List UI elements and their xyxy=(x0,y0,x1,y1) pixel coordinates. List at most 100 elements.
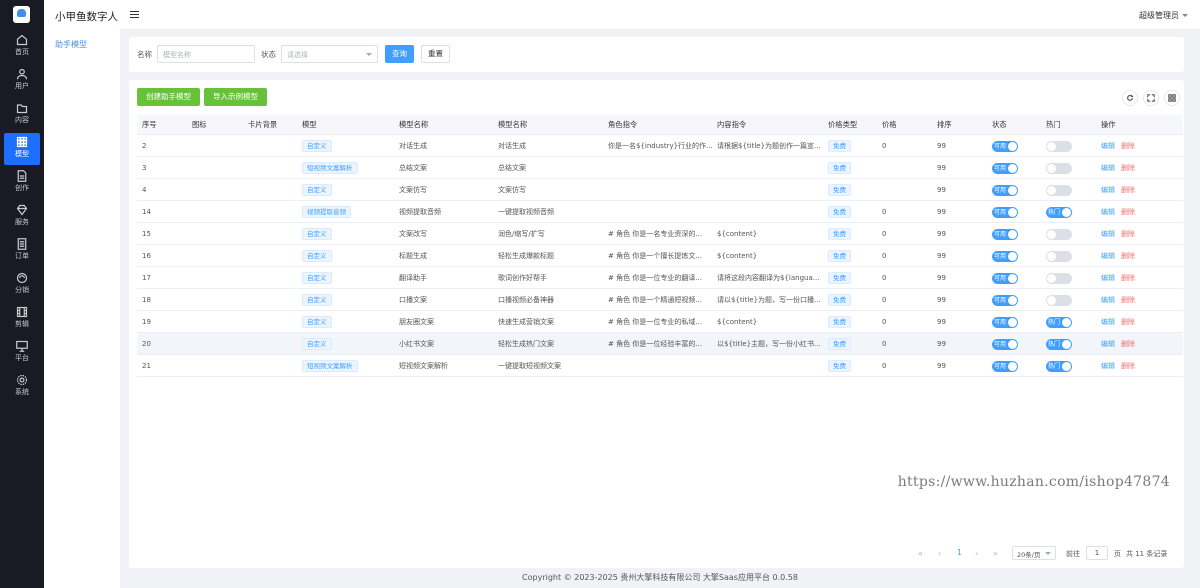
hot-cell xyxy=(1046,179,1072,201)
model-title: 总结文案 xyxy=(498,164,526,172)
edit-link[interactable]: 编辑 xyxy=(1101,164,1115,172)
delete-link[interactable]: 删除 xyxy=(1121,340,1135,348)
hot-toggle-label: 热门 xyxy=(1048,362,1061,370)
nav-item-2[interactable]: 内容 xyxy=(4,99,40,131)
delete-link[interactable]: 删除 xyxy=(1121,296,1135,304)
status-toggle[interactable]: 可用 xyxy=(992,294,1018,306)
watermark-text: https://www.huzhan.com/ishop47874 xyxy=(897,474,1170,490)
menu-toggle-icon[interactable] xyxy=(130,11,139,18)
status-toggle-label: 可用 xyxy=(994,230,1007,238)
goto-page-input[interactable]: 1 xyxy=(1086,546,1108,560)
row-id: 14 xyxy=(142,208,151,216)
actions-cell: 编辑 删除 xyxy=(1101,311,1135,333)
edit-link[interactable]: 编辑 xyxy=(1101,296,1115,304)
last-page-icon[interactable]: » xyxy=(993,549,998,558)
hot-toggle[interactable] xyxy=(1046,294,1072,306)
delete-link[interactable]: 删除 xyxy=(1121,142,1135,150)
status-toggle[interactable]: 可用 xyxy=(992,206,1018,218)
edit-link[interactable]: 编辑 xyxy=(1101,340,1115,348)
nav-item-0[interactable]: 首页 xyxy=(4,31,40,63)
nav-item-6[interactable]: 订单 xyxy=(4,235,40,267)
name-search-input[interactable]: 模型名称 xyxy=(157,45,255,63)
hot-toggle[interactable] xyxy=(1046,228,1072,240)
nav-item-3[interactable]: 模型 xyxy=(4,133,40,165)
nav-item-9[interactable]: 平台 xyxy=(4,337,40,369)
delete-link[interactable]: 删除 xyxy=(1121,252,1135,260)
hot-toggle-label: 热门 xyxy=(1048,340,1061,348)
hot-toggle[interactable] xyxy=(1046,140,1072,152)
status-select[interactable]: 请选择 xyxy=(281,45,378,63)
row-id: 4 xyxy=(142,186,147,194)
query-button[interactable]: 查询 xyxy=(385,45,414,63)
prev-page-icon[interactable]: ‹ xyxy=(938,549,941,558)
edit-link[interactable]: 编辑 xyxy=(1101,186,1115,194)
status-label: 状态 xyxy=(261,50,276,59)
app-logo[interactable] xyxy=(13,6,30,23)
model-type-tag: 自定义 xyxy=(302,250,332,262)
edit-link[interactable]: 编辑 xyxy=(1101,274,1115,282)
nav-item-7[interactable]: 分销 xyxy=(4,269,40,301)
price-type: 免费 xyxy=(828,333,851,355)
import-model-button[interactable]: 导入示例模型 xyxy=(204,88,267,106)
hot-toggle[interactable] xyxy=(1046,184,1072,196)
content-instruction: ${content} xyxy=(717,230,758,238)
status-toggle[interactable]: 可用 xyxy=(992,316,1018,328)
hot-toggle[interactable]: 热门 xyxy=(1046,360,1072,372)
status-toggle[interactable]: 可用 xyxy=(992,184,1018,196)
columns-icon[interactable] xyxy=(1164,90,1180,106)
edit-link[interactable]: 编辑 xyxy=(1101,142,1115,150)
delete-link[interactable]: 删除 xyxy=(1121,164,1135,172)
status-toggle[interactable]: 可用 xyxy=(992,162,1018,174)
sort-order: 99 xyxy=(937,142,946,150)
fullscreen-icon[interactable] xyxy=(1143,90,1159,106)
status-toggle[interactable]: 可用 xyxy=(992,140,1018,152)
submenu-item-assistant-model[interactable]: 助手模型 xyxy=(55,39,87,50)
create-model-button[interactable]: 创建助手模型 xyxy=(137,88,200,106)
status-toggle[interactable]: 可用 xyxy=(992,338,1018,350)
nav-item-8[interactable]: 剪辑 xyxy=(4,303,40,335)
hot-toggle[interactable] xyxy=(1046,162,1072,174)
model-type: 自定义 xyxy=(302,311,332,333)
status-toggle[interactable]: 可用 xyxy=(992,250,1018,262)
price-type: 免费 xyxy=(828,289,851,311)
refresh-icon[interactable] xyxy=(1122,90,1138,106)
nav-item-1[interactable]: 用户 xyxy=(4,65,40,97)
delete-link[interactable]: 删除 xyxy=(1121,230,1135,238)
next-page-icon[interactable]: › xyxy=(975,549,978,558)
sort-order: 99 xyxy=(937,208,946,216)
status-cell: 可用 xyxy=(992,311,1018,333)
user-menu[interactable]: 超级管理员 xyxy=(1139,10,1188,21)
delete-link[interactable]: 删除 xyxy=(1121,318,1135,326)
status-cell: 可用 xyxy=(992,267,1018,289)
page-number[interactable]: 1 xyxy=(957,548,962,557)
status-toggle[interactable]: 可用 xyxy=(992,228,1018,240)
nav-item-5[interactable]: 服务 xyxy=(4,201,40,233)
edit-link[interactable]: 编辑 xyxy=(1101,362,1115,370)
delete-link[interactable]: 删除 xyxy=(1121,274,1135,282)
hot-toggle[interactable]: 热门 xyxy=(1046,206,1072,218)
page-size-select[interactable]: 20条/页 xyxy=(1012,546,1056,560)
status-toggle[interactable]: 可用 xyxy=(992,272,1018,284)
edit-link[interactable]: 编辑 xyxy=(1101,252,1115,260)
edit-link[interactable]: 编辑 xyxy=(1101,318,1115,326)
table-row: 3 短视频文案解析 总结文案 总结文案 免费 99 可用 编辑 删除 xyxy=(137,157,1183,179)
delete-link[interactable]: 删除 xyxy=(1121,362,1135,370)
table-row: 17 自定义 翻译助手 歌词创作好帮手 # 角色 你是一位专业的翻译... 请将这段内容翻… xyxy=(137,267,1183,289)
model-name: 翻译助手 xyxy=(399,274,427,282)
nav-item-4[interactable]: 创作 xyxy=(4,167,40,199)
delete-link[interactable]: 删除 xyxy=(1121,186,1135,194)
hot-toggle[interactable]: 热门 xyxy=(1046,316,1072,328)
reset-button[interactable]: 重置 xyxy=(421,45,450,63)
nav-item-10[interactable]: 系统 xyxy=(4,371,40,403)
hot-toggle[interactable]: 热门 xyxy=(1046,338,1072,350)
sort-order: 99 xyxy=(937,230,946,238)
edit-link[interactable]: 编辑 xyxy=(1101,230,1115,238)
hot-toggle[interactable] xyxy=(1046,250,1072,262)
delete-link[interactable]: 删除 xyxy=(1121,208,1135,216)
status-toggle[interactable]: 可用 xyxy=(992,360,1018,372)
price: 0 xyxy=(882,274,887,282)
price-type-tag: 免费 xyxy=(828,140,851,152)
first-page-icon[interactable]: « xyxy=(918,549,923,558)
hot-toggle[interactable] xyxy=(1046,272,1072,284)
edit-link[interactable]: 编辑 xyxy=(1101,208,1115,216)
